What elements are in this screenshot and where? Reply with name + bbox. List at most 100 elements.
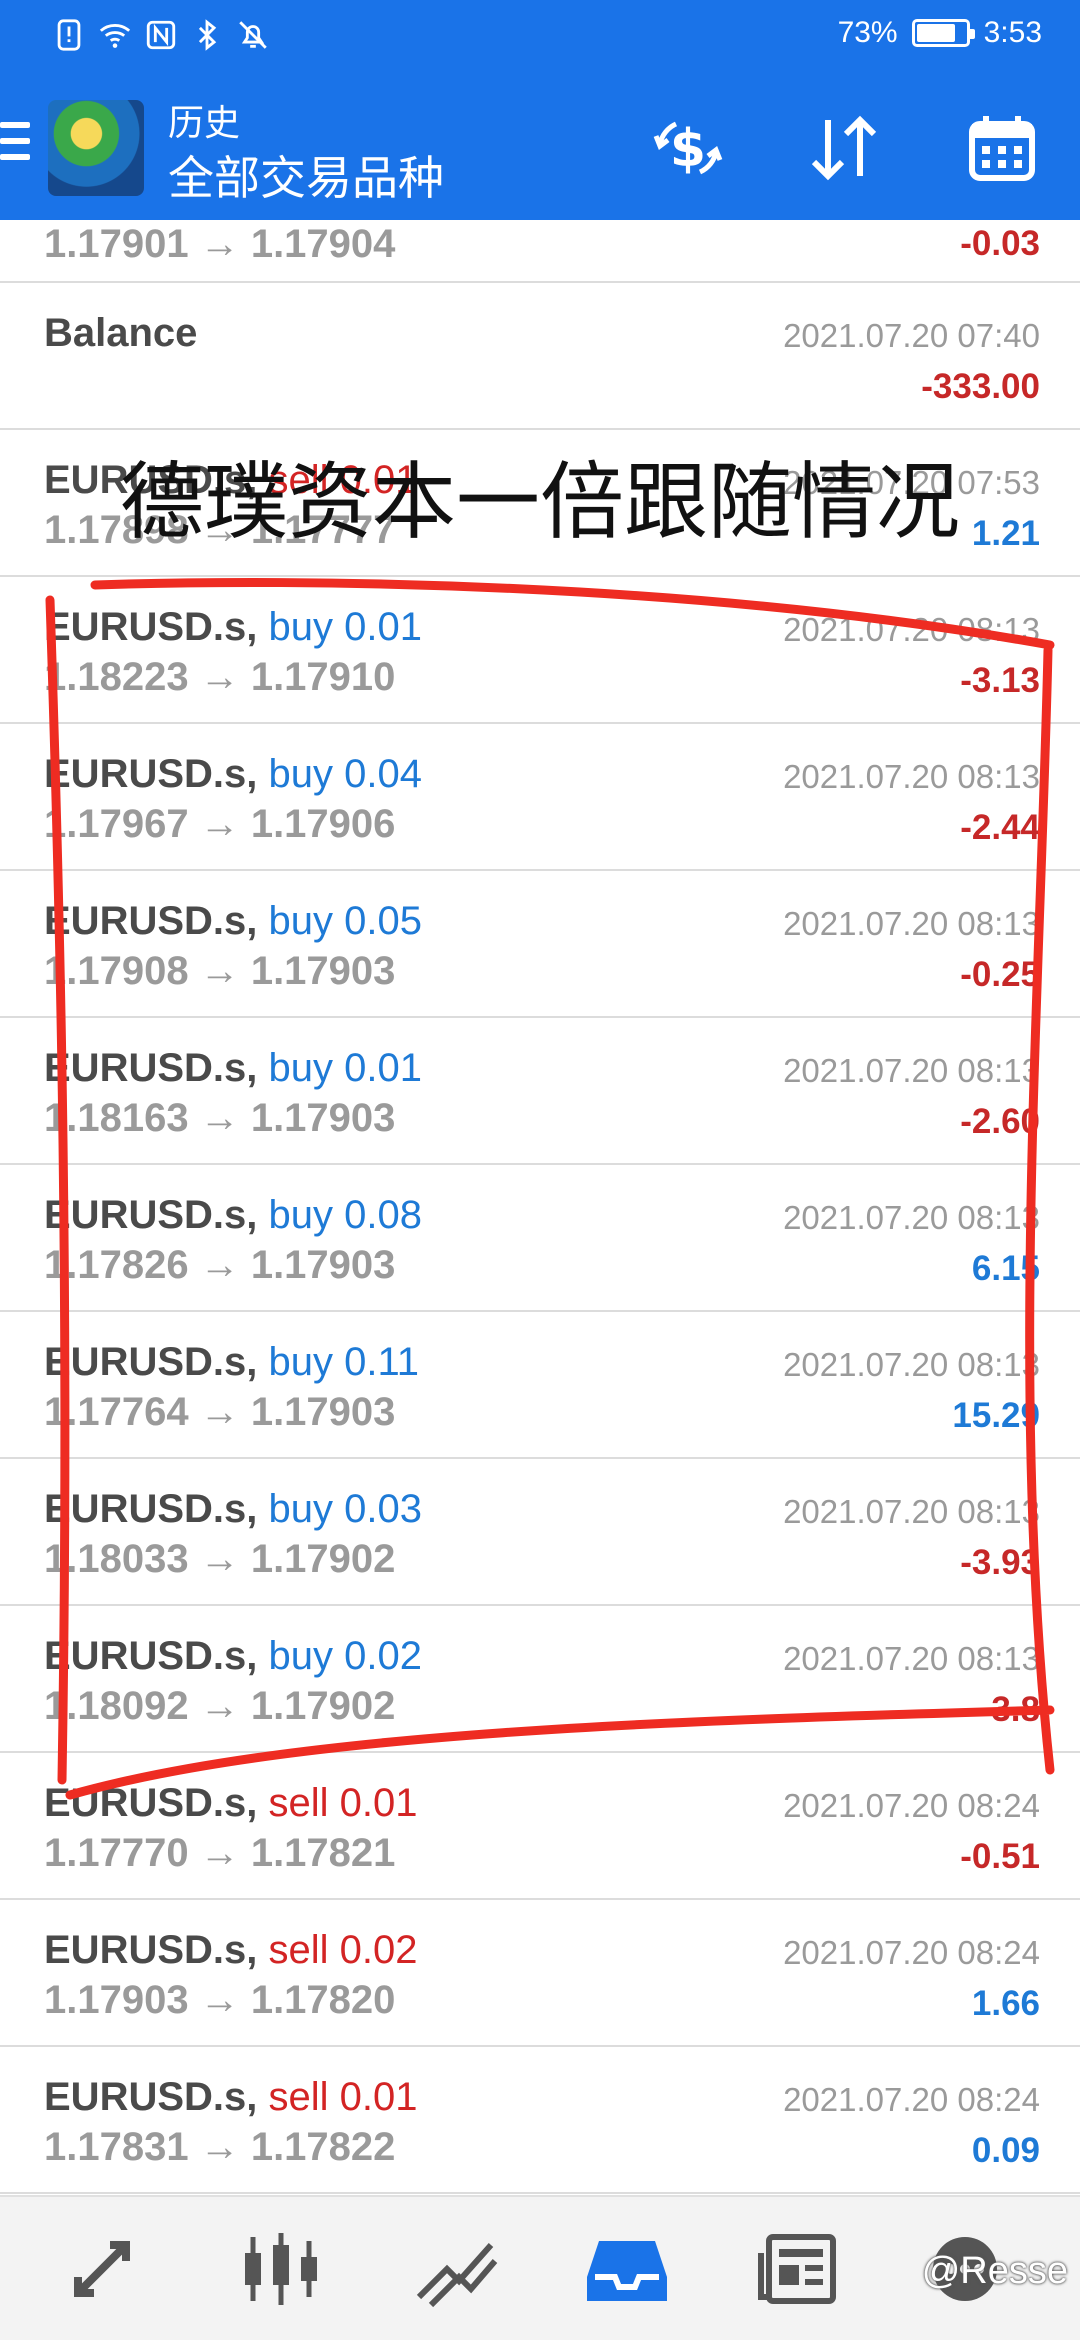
status-right: 73% 3:53 (838, 16, 1042, 50)
deal-symbol: EURUSD.s, (44, 1193, 258, 1237)
deal-profit: -2.60 (960, 1102, 1040, 1141)
nav-chart[interactable] (236, 2229, 326, 2309)
deal-profit: -3.8 (979, 1690, 1040, 1729)
deal-title: EURUSD.s, buy 0.02 (44, 1634, 422, 1679)
list-item[interactable]: EURUSD.s, buy 0.05 1.17908 → 1.17903 2021.… (0, 871, 1080, 1018)
deal-time: 2021.07.20 08:13 (783, 611, 1040, 648)
deal-time: 2021.07.20 08:13 (783, 1199, 1040, 1236)
list-item[interactable]: EURUSD.s, sell 0.01 1.17831 → 1.17822 2021… (0, 2047, 1080, 2194)
list-item[interactable]: EURUSD.s, sell 0.02 1.17903 → 1.17820 2021… (0, 1900, 1080, 2047)
status-bar: 73% 3:53 (0, 0, 1080, 72)
deal-prices: 1.17826 → 1.17903 (44, 1243, 396, 1287)
currency-exchange-button[interactable]: $ (648, 108, 728, 188)
wifi-icon (99, 24, 131, 48)
list-item[interactable]: EURUSD.s, buy 0.01 1.18223 → 1.17910 2021.… (0, 577, 1080, 724)
calendar-icon (969, 116, 1035, 181)
deal-time: 2021.07.20 08:13 (783, 1052, 1040, 1089)
deal-profit: -333.00 (921, 367, 1040, 406)
deal-side-volume: buy 0.11 (268, 1340, 420, 1384)
deal-profit: 1.21 (971, 514, 1040, 553)
deal-side-volume: buy 0.05 (268, 899, 422, 943)
deal-symbol: EURUSD.s, (44, 752, 258, 796)
deal-time: 2021.07.20 08:13 (783, 1346, 1040, 1383)
mute-bell-icon (239, 21, 267, 49)
deal-profit: -0.03 (960, 224, 1040, 263)
history-inbox-icon (587, 2241, 667, 2301)
menu-icon[interactable] (0, 122, 30, 168)
list-item[interactable]: EURUSD.s, buy 0.08 1.17826 → 1.17903 2021.… (0, 1165, 1080, 1312)
deal-time: 2021.07.20 08:13 (783, 1493, 1040, 1530)
deal-title: EURUSD.s, buy 0.05 (44, 899, 422, 944)
deal-side-volume: buy 0.04 (268, 752, 422, 796)
deal-title: EURUSD.s, buy 0.03 (44, 1487, 422, 1532)
deal-side-volume: buy 0.01 (268, 1046, 422, 1090)
nfc-icon (146, 20, 176, 50)
deal-title: EURUSD.s, buy 0.01 (44, 605, 422, 650)
symbol-filter[interactable]: 全部交易品种 (168, 142, 444, 208)
deal-prices: 1.17770 → 1.17821 (44, 1831, 396, 1875)
deal-side-volume: sell 0.02 (268, 1928, 418, 1972)
deal-prices: 1.18092 → 1.17902 (44, 1684, 396, 1728)
watermark: @Resse (921, 2250, 1068, 2292)
deal-prices: 1.17764 → 1.17903 (44, 1390, 396, 1434)
deal-prices: 1.18033 → 1.17902 (44, 1537, 396, 1581)
deal-profit: -3.93 (960, 1543, 1040, 1582)
deal-prices: 1.17967 → 1.17906 (44, 802, 396, 846)
list-item[interactable]: EURUSD.s, sell 0.01 1.17770 → 1.17821 2021… (0, 1753, 1080, 1900)
deal-symbol: EURUSD.s, (44, 1781, 258, 1825)
deal-profit: 6.15 (971, 1249, 1040, 1288)
deal-symbol: EURUSD.s, (44, 1487, 258, 1531)
deal-time: 2021.07.20 07:40 (783, 317, 1040, 354)
deal-profit: -3.13 (960, 661, 1040, 700)
deal-prices: 1.18163 → 1.17903 (44, 1096, 396, 1140)
deal-title: Balance (44, 311, 198, 355)
deal-time: 2021.07.20 08:24 (783, 1787, 1040, 1824)
battery-icon (911, 19, 975, 47)
deal-prices: 1.17903 → 1.17820 (44, 1978, 396, 2022)
overlay-caption: 德璞资本一倍跟随情况 (120, 453, 961, 551)
nav-trade[interactable] (65, 2229, 155, 2309)
deal-symbol: EURUSD.s, (44, 1928, 258, 1972)
list-item[interactable]: Balance 2021.07.20 07:40 -333.00 (0, 283, 1080, 430)
line-chart-icon (416, 2243, 498, 2308)
battery-percent: 73% (837, 16, 898, 49)
list-item[interactable]: EURUSD.s, buy 0.03 1.18033 → 1.17902 2021.… (0, 1459, 1080, 1606)
deal-side-volume: buy 0.01 (268, 605, 422, 649)
deal-time: 2021.07.20 08:24 (783, 1934, 1040, 1971)
currency-exchange-icon: $ (653, 119, 723, 179)
clock: 3:53 (983, 16, 1042, 49)
nav-history[interactable] (582, 2229, 672, 2309)
deal-title: EURUSD.s, buy 0.01 (44, 1046, 422, 1091)
deal-profit: -2.44 (960, 808, 1040, 847)
nav-line-chart[interactable] (410, 2229, 500, 2309)
battery-level (916, 24, 955, 42)
deal-profit: -0.51 (960, 1837, 1040, 1876)
list-item[interactable]: EURUSD.s, buy 0.11 1.17764 → 1.17903 2021.… (0, 1312, 1080, 1459)
deal-symbol: EURUSD.s, (44, 605, 258, 649)
page-title: 历史 (168, 102, 241, 143)
deal-title: EURUSD.s, buy 0.08 (44, 1193, 422, 1238)
app-logo (48, 100, 144, 196)
list-item[interactable]: EURUSD.s, buy 0.01 1.18163 → 1.17903 2021.… (0, 1018, 1080, 1165)
deal-profit: 1.66 (971, 1984, 1040, 2023)
deal-title: EURUSD.s, sell 0.01 (44, 1781, 418, 1826)
list-item[interactable]: EURUSD.s, buy 0.04 1.17967 → 1.17906 2021.… (0, 724, 1080, 871)
deal-side-volume: buy 0.08 (268, 1193, 422, 1237)
deal-profit: -0.25 (960, 955, 1040, 994)
app-bar: 历史 全部交易品种 $ (0, 72, 1080, 220)
sort-button[interactable] (804, 108, 884, 188)
deal-symbol: EURUSD.s, (44, 899, 258, 943)
list-item[interactable]: 1.17901 → 1.17904 -0.03 (0, 220, 1080, 283)
calendar-button[interactable] (962, 108, 1042, 188)
deal-title: EURUSD.s, buy 0.11 (44, 1340, 419, 1385)
list-item[interactable]: EURUSD.s, buy 0.02 1.18092 → 1.17902 2021.… (0, 1606, 1080, 1753)
deal-time: 2021.07.20 08:13 (783, 1640, 1040, 1677)
status-icons (52, 18, 270, 52)
deal-title: EURUSD.s, sell 0.02 (44, 1928, 418, 1973)
deal-side-volume: buy 0.02 (268, 1634, 422, 1678)
nav-news[interactable] (756, 2229, 846, 2309)
deal-symbol: EURUSD.s, (44, 1340, 258, 1384)
bottom-navigation (0, 2195, 1080, 2340)
deal-time: 2021.07.20 08:24 (783, 2081, 1040, 2118)
deal-time: 2021.07.20 08:13 (783, 758, 1040, 795)
